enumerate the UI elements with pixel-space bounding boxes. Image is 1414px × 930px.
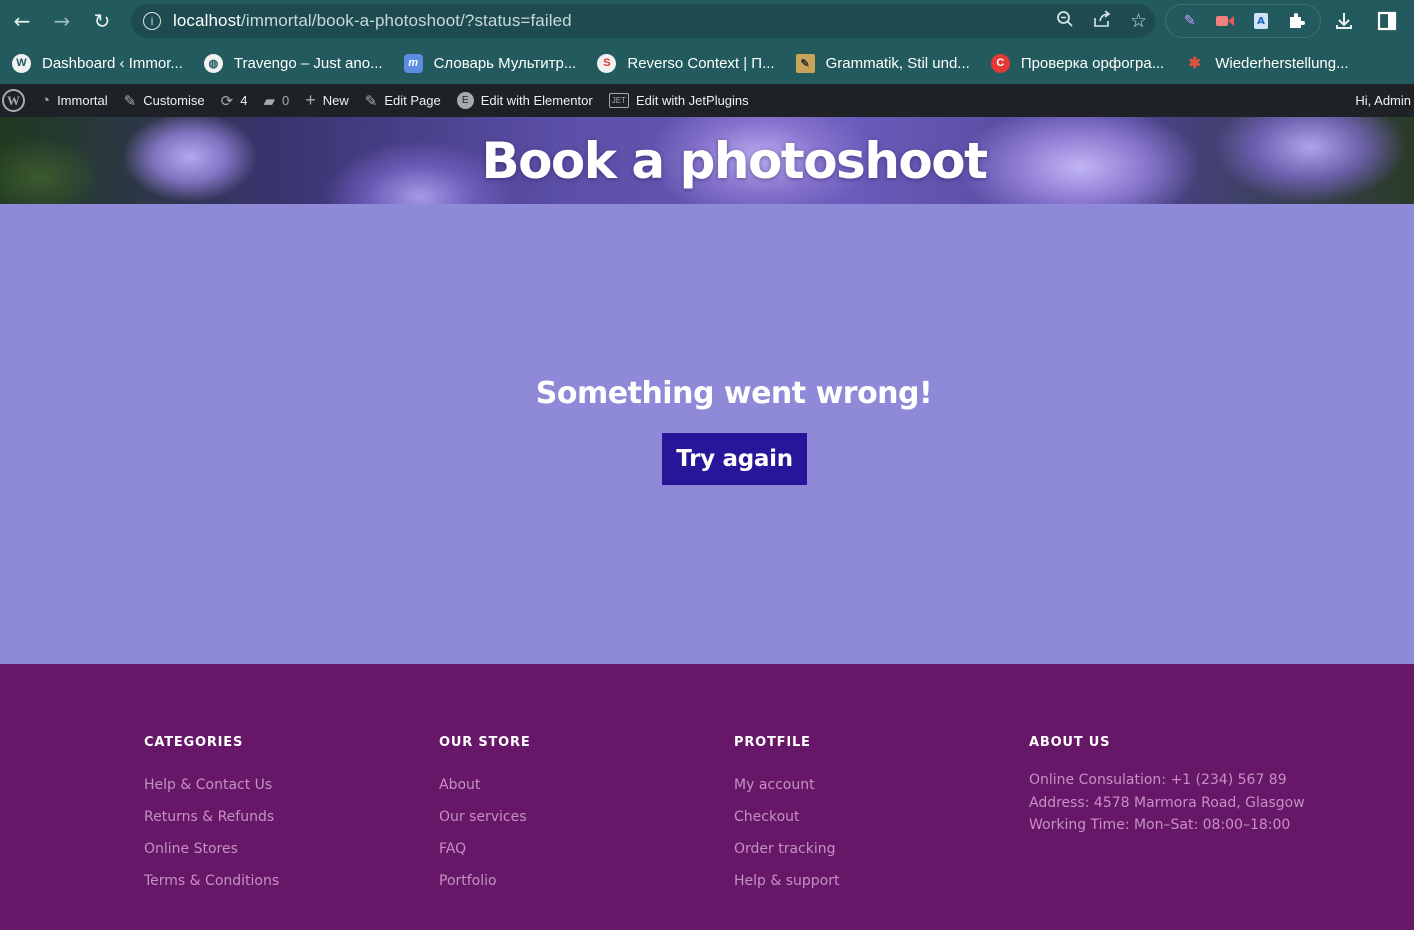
translate-extension-icon[interactable]: A (1251, 11, 1271, 31)
bookmark-multitran[interactable]: m Словарь Мультитр... (403, 53, 577, 73)
address-bar[interactable]: i localhost/immortal/book-a-photoshoot/?… (131, 4, 1155, 38)
wp-admin-bar: W ◔ Immortal ✎ Customise ⟳ 4 ▰ 0 + New ✎ Edit … (0, 84, 1414, 117)
page-title: Book a photoshoot (481, 131, 988, 190)
footer-link[interactable]: Help & Contact Us (144, 777, 279, 809)
footer-link[interactable]: Help & support (734, 873, 840, 905)
url-text[interactable]: localhost/immortal/book-a-photoshoot/?st… (173, 11, 572, 31)
footer-profile: PROTFILE My account Checkout Order track… (734, 735, 840, 905)
try-again-button[interactable]: Try again (662, 433, 807, 485)
greeting-label: Hi, Admin (1355, 93, 1411, 108)
bookmark-label: Travengo – Just ano... (233, 54, 383, 72)
site-name-label: Immortal (57, 93, 108, 108)
pencil-icon: ✎ (364, 92, 378, 110)
footer-heading: CATEGORIES (144, 735, 244, 750)
footer-link[interactable]: Online Stores (144, 841, 279, 873)
bookmark-label: Проверка орфогра... (1020, 54, 1165, 72)
forward-icon[interactable]: → (42, 0, 82, 42)
reload-icon[interactable]: ↻ (82, 0, 122, 42)
ab-edit-elementor[interactable]: E Edit with Elementor (449, 84, 601, 117)
footer-heading: OUR STORE (439, 735, 531, 750)
star-icon[interactable]: ☆ (1130, 10, 1147, 32)
comment-icon: ▰ (263, 92, 275, 110)
footer-about-us: ABOUT US Online Consulation: +1 (234) 56… (1029, 735, 1305, 840)
footer-heading: ABOUT US (1029, 735, 1111, 750)
footer-heading: PROTFILE (734, 735, 811, 750)
updates-icon: ⟳ (220, 92, 234, 110)
share-icon[interactable] (1092, 9, 1112, 33)
ab-updates[interactable]: ⟳ 4 (213, 84, 256, 117)
download-icon[interactable] (1334, 0, 1354, 42)
footer-link[interactable]: About (439, 777, 531, 809)
brush-icon: ✎ (123, 92, 137, 110)
address-text: Address: 4578 Marmora Road, Glasgow (1029, 794, 1305, 811)
edit-jet-label: Edit with JetPlugins (635, 93, 749, 108)
updates-count: 4 (240, 93, 248, 108)
footer-link[interactable]: My account (734, 777, 840, 809)
recovery-icon: ✱ (1188, 55, 1201, 72)
bookmark-spellcheck[interactable]: C Проверка орфогра... (990, 53, 1165, 73)
ab-new[interactable]: + New (297, 84, 357, 117)
puzzle-icon[interactable] (1286, 11, 1306, 31)
svg-text:A: A (1257, 16, 1265, 27)
back-icon[interactable]: ← (2, 0, 42, 42)
bookmark-label: Wiederherstellung... (1215, 54, 1349, 72)
wordpress-logo-icon: W (2, 89, 25, 112)
edit-page-label: Edit Page (384, 93, 441, 108)
url-host: localhost (173, 11, 241, 30)
site-info-icon[interactable]: i (143, 12, 161, 30)
footer-link[interactable]: Order tracking (734, 841, 840, 873)
footer-link[interactable]: Checkout (734, 809, 840, 841)
wp-logo[interactable]: W (0, 84, 33, 117)
comments-count: 0 (281, 93, 290, 108)
customise-label: Customise (143, 93, 205, 108)
bookmark-recovery[interactable]: ✱ Wiederherstellung... (1185, 54, 1348, 73)
bookmark-dashboard[interactable]: W Dashboard ‹ Immor... (12, 53, 183, 73)
globe-icon: ◍ (203, 53, 223, 73)
grammatik-icon: ✎ (795, 53, 815, 73)
footer-our-store: OUR STORE About Our services FAQ Portfol… (439, 735, 531, 905)
bookmark-label: Reverso Context | П... (627, 54, 775, 72)
new-label: New (322, 93, 349, 108)
ab-edit-jet[interactable]: JET Edit with JetPlugins (601, 84, 757, 117)
bookmark-travengo[interactable]: ◍ Travengo – Just ano... (203, 53, 383, 73)
footer-link[interactable]: Terms & Conditions (144, 873, 279, 905)
browser-toolbar: ← → ↻ i localhost/immortal/book-a-photos… (0, 0, 1414, 42)
bookmark-label: Dashboard ‹ Immor... (42, 54, 183, 72)
error-message: Something went wrong! (535, 376, 933, 411)
wordpress-icon: W (12, 53, 31, 73)
feather-extension-icon[interactable]: ✎ (1180, 11, 1200, 31)
footer-categories: CATEGORIES Help & Contact Us Returns & R… (144, 735, 279, 905)
ab-site-name[interactable]: ◔ Immortal (33, 84, 116, 117)
elementor-icon: E (456, 92, 474, 109)
footer-link[interactable]: Portfolio (439, 873, 531, 905)
reverso-icon: S (597, 53, 617, 73)
consultation-text: Online Consulation: +1 (234) 567 89 (1029, 772, 1287, 788)
working-time-text: Working Time: Mon–Sat: 08:00–18:00 (1029, 817, 1291, 833)
ab-edit-page[interactable]: ✎ Edit Page (357, 84, 449, 117)
ab-comments[interactable]: ▰ 0 (255, 84, 297, 117)
url-path: /immortal/book-a-photoshoot/?status=fail… (241, 11, 572, 30)
bookmark-label: Словарь Мультитр... (433, 54, 577, 72)
footer-link[interactable]: FAQ (439, 841, 531, 873)
dashboard-icon: ◔ (41, 92, 51, 109)
edit-elementor-label: Edit with Elementor (480, 93, 593, 108)
ab-customise[interactable]: ✎ Customise (116, 84, 213, 117)
bookmark-grammatik[interactable]: ✎ Grammatik, Stil und... (795, 53, 970, 73)
ab-my-account[interactable]: Hi, Admin (1355, 84, 1411, 117)
bookmarks-bar: W Dashboard ‹ Immor... ◍ Travengo – Just a… (0, 42, 1414, 84)
side-panel-icon[interactable] (1377, 0, 1397, 42)
spellcheck-icon: C (990, 53, 1010, 73)
plus-icon: + (305, 90, 316, 110)
zoom-icon[interactable] (1056, 10, 1074, 33)
bookmark-label: Grammatik, Stil und... (825, 54, 970, 72)
footer-link[interactable]: Our services (439, 809, 531, 841)
footer-link[interactable]: Returns & Refunds (144, 809, 279, 841)
multitran-icon: m (403, 53, 423, 73)
video-extension-icon[interactable] (1215, 11, 1235, 31)
jet-icon: JET (608, 93, 629, 108)
extensions-group: ✎ A (1165, 4, 1321, 38)
bookmark-reverso[interactable]: S Reverso Context | П... (597, 53, 775, 73)
